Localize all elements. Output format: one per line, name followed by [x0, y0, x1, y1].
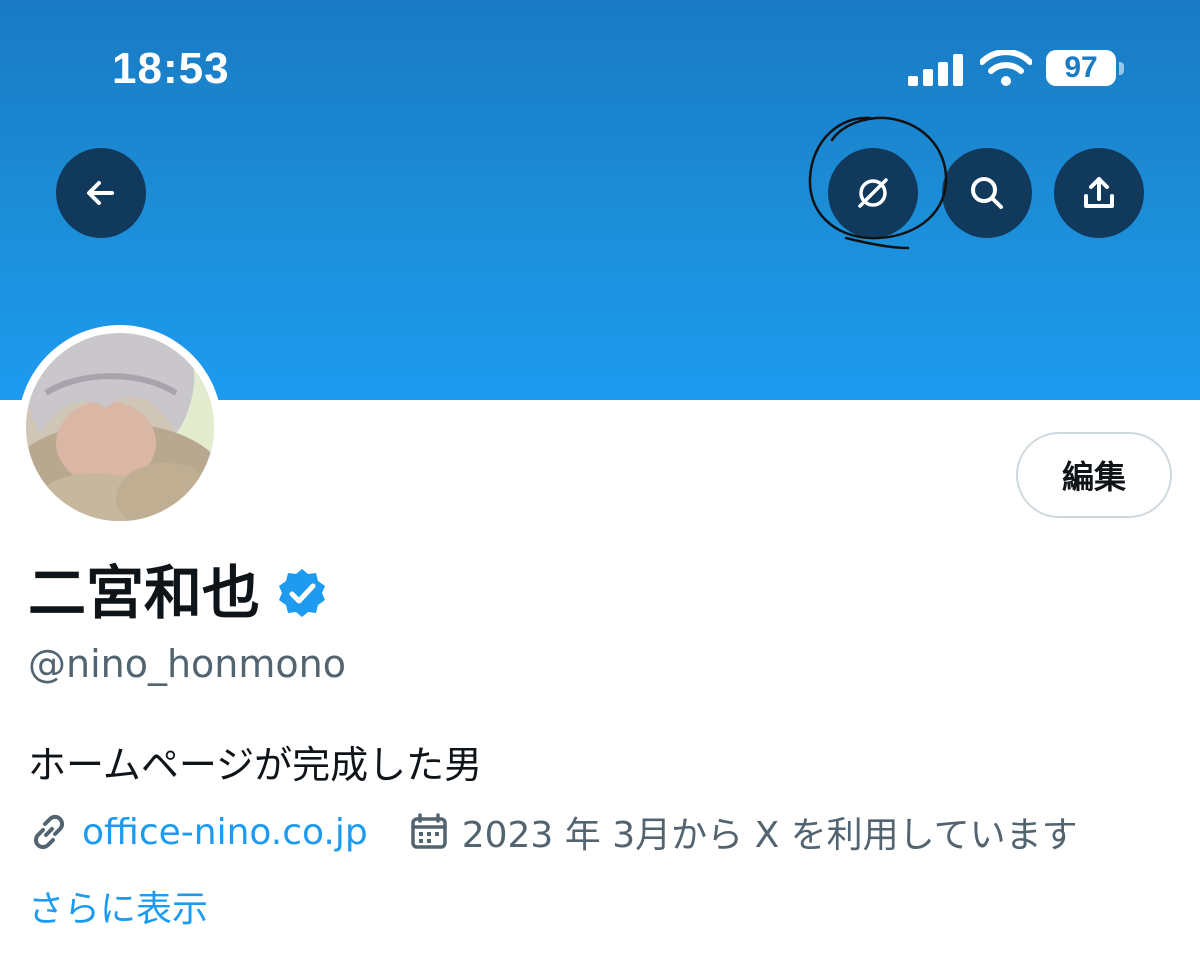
battery-icon: 97	[1046, 50, 1126, 88]
verified-badge-icon[interactable]	[276, 567, 328, 619]
back-arrow-icon	[87, 181, 114, 205]
back-button[interactable]	[56, 148, 146, 238]
join-date: 2023 年 3月から X を利用しています	[461, 815, 1078, 856]
share-icon	[1084, 177, 1114, 208]
status-time: 18:53	[112, 44, 230, 93]
link-icon	[33, 814, 65, 850]
profile-bio: ホームページが完成した男	[28, 743, 483, 787]
search-icon	[971, 177, 1003, 209]
grok-button[interactable]	[828, 148, 918, 238]
profile-name-row: 二宮和也	[28, 560, 328, 626]
website-link[interactable]: office-nino.co.jp	[82, 812, 368, 853]
profile-meta: office-nino.co.jp 2023 年 3月から X を利用しています	[28, 808, 1078, 856]
wifi-icon	[980, 50, 1032, 86]
show-more-link[interactable]: さらに表示	[28, 880, 208, 932]
battery-level: 97	[1046, 50, 1116, 86]
battery-tip	[1119, 62, 1124, 75]
avatar[interactable]	[26, 333, 214, 521]
cellular-signal-icon	[908, 54, 963, 86]
profile-handle: @nino_honmono	[28, 642, 346, 686]
grok-slash-icon	[858, 178, 888, 208]
edit-profile-button[interactable]: 編集	[1016, 432, 1172, 518]
share-button[interactable]	[1054, 148, 1144, 238]
avatar-photo	[26, 333, 214, 521]
display-name: 二宮和也	[28, 559, 261, 627]
calendar-icon	[410, 813, 447, 849]
search-button[interactable]	[942, 148, 1032, 238]
